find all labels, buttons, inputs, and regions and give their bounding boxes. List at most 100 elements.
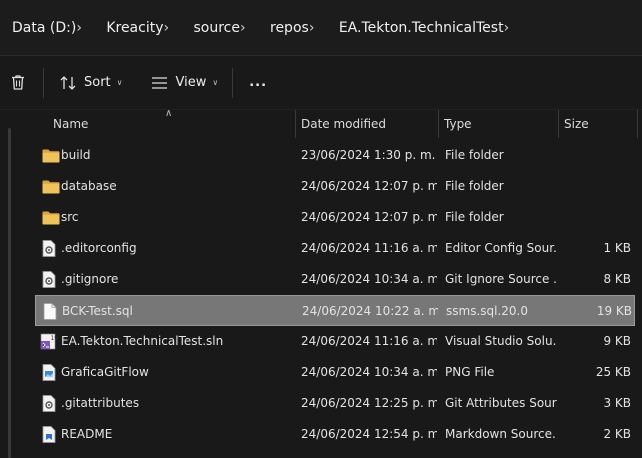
file-row[interactable]: 19 EA.Tekton.TechnicalTest.sln 24/06/2024 … xyxy=(35,326,635,357)
file-type: Git Attributes Sour... xyxy=(445,396,557,410)
visual-studio-solution-icon: 19 xyxy=(40,333,58,350)
file-size xyxy=(559,140,631,171)
column-header-type[interactable]: Type xyxy=(438,110,558,138)
breadcrumb-label: repos xyxy=(270,19,309,36)
file-name: .editorconfig xyxy=(61,241,137,255)
config-file-icon xyxy=(42,395,60,412)
file-size: 9 KB xyxy=(603,334,631,348)
chevron-right-icon[interactable]: › xyxy=(504,0,534,56)
file-size: 25 KB xyxy=(595,365,631,379)
file-name: EA.Tekton.TechnicalTest.sln xyxy=(61,334,224,348)
file-name: .gitattributes xyxy=(61,396,140,410)
chevron-right-icon[interactable]: › xyxy=(76,0,106,56)
file-name: src xyxy=(61,210,79,224)
file-row[interactable]: GraficaGitFlow 24/06/2024 10:34 a. m. PNG … xyxy=(35,357,635,388)
image-file-icon xyxy=(42,364,60,381)
file-name: build xyxy=(61,148,91,162)
file-date-modified: 24/06/2024 12:07 p. m. xyxy=(301,210,437,224)
address-bar[interactable]: Data (D:) › Kreacity › source › repos › … xyxy=(0,0,642,56)
file-size: 1 KB xyxy=(603,241,631,255)
breadcrumb-label: Data (D:) xyxy=(12,19,77,36)
markdown-file-icon xyxy=(42,426,60,443)
file-size: 19 KB xyxy=(596,304,632,318)
file-size xyxy=(559,202,631,233)
toolbar-divider xyxy=(232,67,234,98)
folder-icon xyxy=(42,180,60,194)
file-row[interactable]: src 24/06/2024 12:07 p. m. File folder xyxy=(35,202,635,233)
file-name: .gitignore xyxy=(61,272,119,286)
config-file-icon xyxy=(42,240,60,257)
file-type: File folder xyxy=(445,148,504,162)
view-list-icon xyxy=(151,76,167,89)
file-type: File folder xyxy=(445,210,504,224)
file-date-modified: 24/06/2024 12:54 p. m. xyxy=(301,427,437,441)
column-header-date[interactable]: Date modified xyxy=(295,110,439,138)
navigation-pane-edge xyxy=(8,128,11,458)
sort-icon xyxy=(60,75,76,90)
file-size: 8 KB xyxy=(603,272,631,286)
file-name: BCK-Test.sql xyxy=(62,304,133,318)
file-size: 2 KB xyxy=(603,427,631,441)
file-type: ssms.sql.20.0 xyxy=(446,304,528,318)
file-row[interactable]: README 24/06/2024 12:54 p. m. Markdown Sou… xyxy=(35,419,635,450)
file-row[interactable]: database 24/06/2024 12:07 p. m. File folde… xyxy=(35,171,635,202)
column-header-size[interactable]: Size xyxy=(558,110,638,138)
file-row[interactable]: .gitattributes 24/06/2024 12:25 p. m. Git … xyxy=(35,388,635,419)
column-header-label: Date modified xyxy=(301,117,387,131)
file-type: Git Ignore Source ... xyxy=(445,272,557,286)
file-name: GraficaGitFlow xyxy=(61,365,149,379)
file-row[interactable]: build 23/06/2024 1:30 p. m. File folder xyxy=(35,140,635,171)
breadcrumb-repos[interactable]: repos xyxy=(270,0,309,56)
column-divider[interactable] xyxy=(637,110,638,138)
breadcrumb-kreacity[interactable]: Kreacity xyxy=(106,0,163,56)
blank-file-icon xyxy=(43,303,61,320)
file-row[interactable]: .gitignore 24/06/2024 10:34 a. m. Git Igno… xyxy=(35,264,635,295)
sort-ascending-icon: ∧ xyxy=(165,108,173,119)
breadcrumb-source[interactable]: source xyxy=(194,0,241,56)
breadcrumb-label: Kreacity xyxy=(106,19,164,36)
chevron-right-icon[interactable]: › xyxy=(240,0,270,56)
breadcrumb-label: EA.Tekton.TechnicalTest xyxy=(338,19,504,36)
column-header-label: Name xyxy=(53,117,89,131)
command-bar: Sort ∨ View ∨ ... xyxy=(0,56,642,110)
chevron-down-icon: ∨ xyxy=(212,78,219,87)
file-date-modified: 24/06/2024 11:16 a. m. xyxy=(301,334,437,348)
file-size: 3 KB xyxy=(603,396,631,410)
chevron-right-icon[interactable]: › xyxy=(164,0,194,56)
file-date-modified: 24/06/2024 10:34 a. m. xyxy=(301,365,437,379)
file-type: Markdown Source... xyxy=(445,427,557,441)
more-options-button[interactable]: ... xyxy=(249,66,267,100)
column-header-label: Type xyxy=(444,117,472,131)
file-date-modified: 24/06/2024 12:07 p. m. xyxy=(301,179,437,193)
sort-label: Sort xyxy=(84,75,111,90)
file-type: PNG File xyxy=(445,365,495,379)
chevron-down-icon: ∨ xyxy=(116,78,123,87)
chevron-right-icon[interactable]: › xyxy=(309,0,339,56)
trash-icon xyxy=(12,75,24,90)
folder-icon xyxy=(42,211,60,225)
file-size xyxy=(559,171,631,202)
config-file-icon xyxy=(42,271,60,288)
file-name: README xyxy=(61,427,113,441)
file-row[interactable]: .editorconfig 24/06/2024 11:16 a. m. Edito… xyxy=(35,233,635,264)
file-date-modified: 24/06/2024 12:25 p. m. xyxy=(301,396,437,410)
sort-button[interactable]: Sort ∨ xyxy=(60,66,123,100)
breadcrumb-label: source xyxy=(193,19,241,36)
view-button[interactable]: View ∨ xyxy=(151,66,219,100)
file-row[interactable]: BCK-Test.sql 24/06/2024 10:22 a. m. ssms.s… xyxy=(35,295,635,326)
file-date-modified: 24/06/2024 10:22 a. m. xyxy=(302,304,438,318)
delete-button[interactable] xyxy=(10,66,30,100)
file-name: database xyxy=(61,179,117,193)
file-date-modified: 24/06/2024 11:16 a. m. xyxy=(301,241,437,255)
breadcrumb-current-folder[interactable]: EA.Tekton.TechnicalTest xyxy=(339,0,504,56)
file-type: Editor Config Sour... xyxy=(445,241,557,255)
file-type: Visual Studio Solu... xyxy=(445,334,557,348)
breadcrumb-data-drive[interactable]: Data (D:) xyxy=(0,0,76,56)
file-date-modified: 23/06/2024 1:30 p. m. xyxy=(301,148,436,162)
view-label: View xyxy=(175,75,207,90)
file-date-modified: 24/06/2024 10:34 a. m. xyxy=(301,272,437,286)
more-options-icon: ... xyxy=(249,75,268,90)
column-header-label: Size xyxy=(564,117,589,131)
column-header-row: Name ∧ Date modified Type Size xyxy=(35,108,642,138)
folder-icon xyxy=(42,149,60,163)
